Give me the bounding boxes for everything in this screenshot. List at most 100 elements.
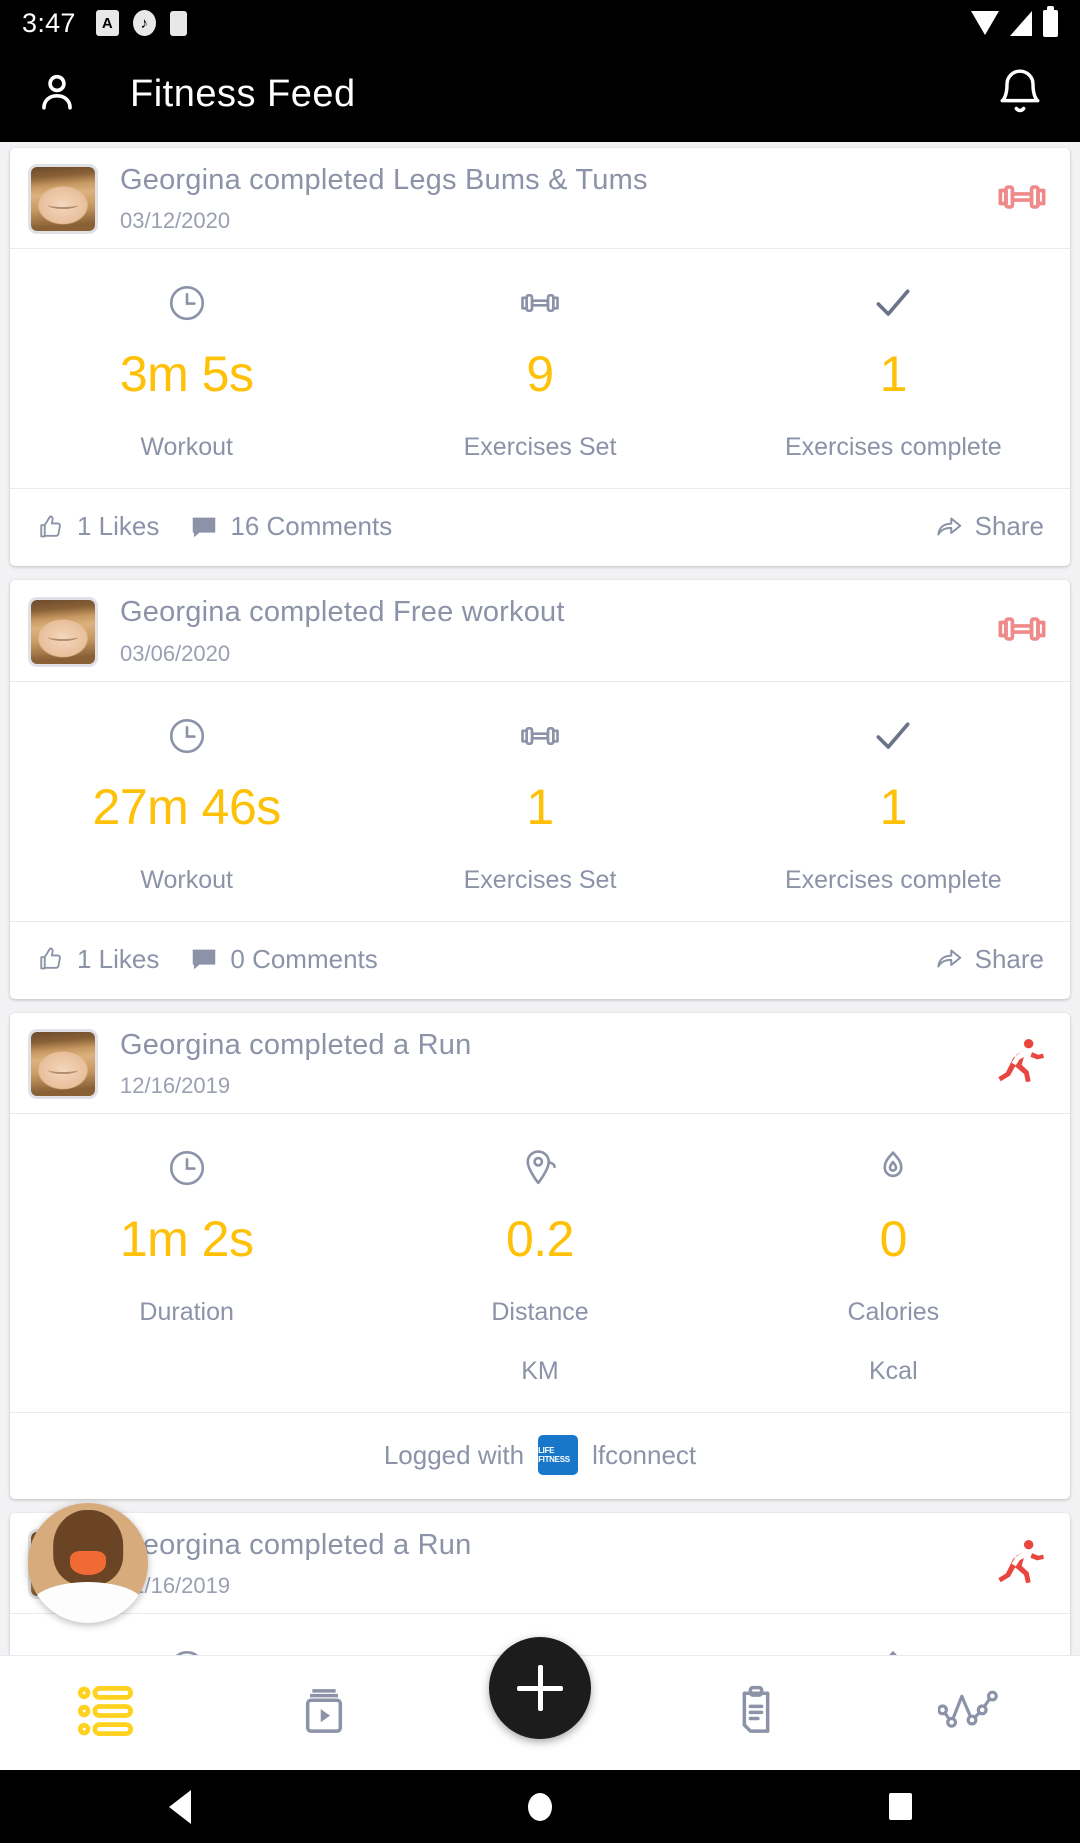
check-icon bbox=[717, 712, 1070, 760]
stat-label: Workout bbox=[140, 433, 233, 462]
share-button[interactable]: Share bbox=[934, 944, 1044, 975]
runner-icon bbox=[994, 1535, 1048, 1594]
stat-value: 1m 2s bbox=[119, 1211, 254, 1268]
video-icon bbox=[296, 1683, 352, 1744]
likes-button[interactable]: 1 Likes bbox=[36, 511, 159, 542]
stat-item: 1 Exercises complete bbox=[717, 279, 1070, 462]
feed-list-icon bbox=[77, 1683, 139, 1744]
stat-value: 27m 46s bbox=[92, 778, 282, 835]
post-stats: 27m 46s Workout 1 Exercises Set 1 Exerci… bbox=[10, 682, 1070, 921]
back-icon bbox=[169, 1789, 191, 1824]
logged-with-prefix: Logged with bbox=[383, 1439, 525, 1470]
clipboard-icon bbox=[728, 1683, 784, 1744]
comments-button[interactable]: 16 Comments bbox=[189, 511, 392, 542]
page-title: Fitness Feed bbox=[130, 72, 356, 115]
likes-button[interactable]: 1 Likes bbox=[36, 944, 159, 975]
android-back-button[interactable] bbox=[0, 1789, 360, 1824]
stat-item: 27m 46s Workout bbox=[10, 712, 363, 895]
share-button[interactable]: Share bbox=[934, 511, 1044, 542]
stat-item: 0.2 Distance KM bbox=[363, 1144, 716, 1386]
stat-item: 0 Calories Kcal bbox=[717, 1144, 1070, 1386]
wifi-icon bbox=[971, 11, 999, 35]
feed-post-card[interactable]: Georgina completed a Run 12/16/2019 bbox=[10, 1012, 1070, 1500]
media-icon: ♪ bbox=[132, 10, 156, 36]
stat-value: 0 bbox=[879, 1211, 908, 1268]
stat-value: 1 bbox=[879, 346, 908, 403]
avatar[interactable] bbox=[28, 1028, 98, 1099]
avatar-face-mask bbox=[70, 1551, 106, 1575]
stat-unit: Kcal bbox=[869, 1357, 918, 1386]
nav-item-feed[interactable] bbox=[0, 1656, 216, 1770]
activity-icon bbox=[937, 1685, 1006, 1742]
stat-label: Duration bbox=[139, 1298, 234, 1327]
location-icon bbox=[363, 1144, 716, 1192]
comments-count: 16 Comments bbox=[230, 511, 393, 542]
share-label: Share bbox=[974, 943, 1044, 974]
stat-item bbox=[10, 1644, 363, 1655]
nav-item-activity[interactable] bbox=[864, 1656, 1080, 1770]
android-recents-button[interactable] bbox=[720, 1793, 1080, 1820]
nav-item-video[interactable] bbox=[216, 1656, 432, 1770]
dumbbell-icon bbox=[996, 171, 1048, 228]
clock-icon bbox=[10, 712, 363, 760]
avatar[interactable] bbox=[28, 164, 98, 235]
post-title: Georgina completed Free workout bbox=[120, 596, 565, 629]
feed-post-card[interactable]: Georgina completed Legs Bums & Tums 03/1… bbox=[10, 148, 1070, 567]
post-footer: 1 Likes 0 Comments Share bbox=[10, 920, 1070, 999]
feed-post-card[interactable]: Georgina completed Free workout 03/06/20… bbox=[10, 580, 1070, 999]
stat-label: Exercises complete bbox=[784, 433, 1002, 462]
person-icon[interactable] bbox=[34, 69, 80, 120]
nav-item-clipboard[interactable] bbox=[648, 1656, 864, 1770]
stat-item bbox=[717, 1644, 1070, 1655]
alert-icon: A bbox=[95, 10, 119, 36]
floating-user-avatar[interactable] bbox=[28, 1503, 148, 1623]
stat-value: 1 bbox=[879, 778, 908, 835]
clock-icon bbox=[10, 1644, 363, 1655]
dumbbell-icon bbox=[996, 603, 1048, 660]
post-date: 03/12/2020 bbox=[120, 208, 231, 234]
share-label: Share bbox=[974, 511, 1044, 542]
stat-item: 1 Exercises complete bbox=[717, 712, 1070, 895]
stat-label: Distance bbox=[491, 1298, 589, 1327]
dumbbell-icon bbox=[363, 279, 716, 327]
post-date: 03/06/2020 bbox=[120, 640, 231, 666]
android-home-button[interactable] bbox=[360, 1792, 720, 1821]
post-date: 12/16/2019 bbox=[120, 1573, 231, 1599]
stat-label: Workout bbox=[140, 865, 233, 894]
add-button[interactable] bbox=[489, 1637, 591, 1739]
post-header: Georgina completed Legs Bums & Tums 03/1… bbox=[10, 148, 1070, 248]
avatar-shirt bbox=[30, 1582, 146, 1623]
stat-unit: KM bbox=[521, 1357, 559, 1386]
app-root: 3:47 A ♪ Fitness Feed Georgina completed… bbox=[0, 0, 1080, 1843]
stat-value: 3m 5s bbox=[119, 346, 254, 403]
recents-icon bbox=[888, 1793, 912, 1820]
android-navigation-bar bbox=[0, 1770, 1080, 1843]
post-stats: 1m 2s Duration 0.2 Distance KM 0 Calorie… bbox=[10, 1114, 1070, 1412]
dumbbell-icon bbox=[363, 712, 716, 760]
flame-icon bbox=[717, 1144, 1070, 1192]
post-header: Georgina completed a Run 12/16/2019 bbox=[10, 1513, 1070, 1613]
signal-icon bbox=[1010, 10, 1032, 36]
stat-label: Calories bbox=[847, 1298, 940, 1327]
post-title: Georgina completed a Run bbox=[120, 1529, 472, 1562]
feed-post-card[interactable]: Georgina completed a Run 12/16/2019 bbox=[10, 1513, 1070, 1655]
bell-icon[interactable] bbox=[994, 66, 1046, 123]
post-footer: 1 Likes 16 Comments Share bbox=[10, 488, 1070, 566]
status-bar-clock: 3:47 bbox=[22, 7, 76, 38]
stat-label: Exercises Set bbox=[463, 865, 617, 894]
logged-with-row: Logged with LIFE FITNESS lfconnect bbox=[10, 1412, 1070, 1499]
status-bar-right-icons bbox=[971, 5, 1058, 37]
stat-item: 9 Exercises Set bbox=[363, 279, 716, 462]
stat-item: 1 Exercises Set bbox=[363, 712, 716, 895]
clock-icon bbox=[10, 1144, 363, 1192]
status-bar: 3:47 A ♪ bbox=[0, 0, 1080, 46]
comments-button[interactable]: 0 Comments bbox=[189, 944, 378, 975]
avatar[interactable] bbox=[28, 596, 98, 667]
post-stats: 3m 5s Workout 9 Exercises Set 1 Exercise… bbox=[10, 249, 1070, 488]
battery-saver-icon bbox=[169, 10, 187, 36]
stat-value: 1 bbox=[526, 778, 554, 835]
runner-icon bbox=[994, 1034, 1048, 1093]
stat-value: 9 bbox=[526, 346, 554, 403]
feed-list[interactable]: Georgina completed Legs Bums & Tums 03/1… bbox=[0, 142, 1080, 1655]
likes-count: 1 Likes bbox=[77, 511, 160, 542]
